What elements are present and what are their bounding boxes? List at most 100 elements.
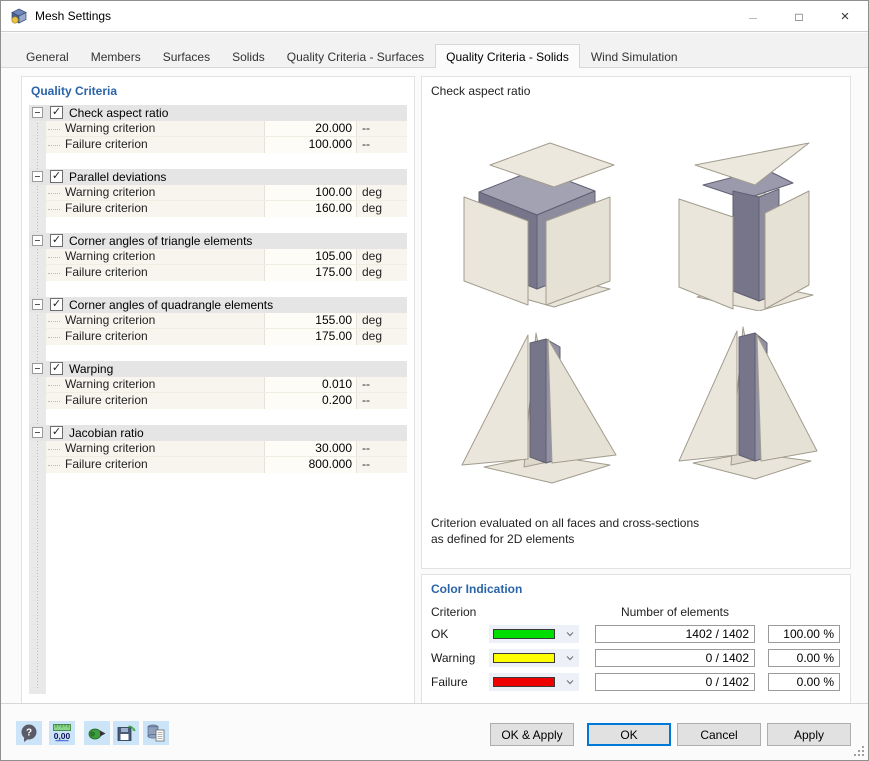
caption-line-2: as defined for 2D elements [431,532,575,546]
criterion-group-label: Corner angles of triangle elements [69,234,253,248]
criterion-group-header[interactable]: ✓ Check aspect ratio [29,105,407,121]
close-icon[interactable]: × [822,1,868,32]
solid-wedge-illustration [678,142,813,311]
minimize-icon[interactable]: – [730,1,776,32]
row-label: Failure criterion [46,393,264,409]
failure-value-field[interactable]: 800.000 [264,457,357,473]
criterion-checkbox[interactable]: ✓ [50,298,63,311]
failure-value-field[interactable]: 175.00 [264,265,357,281]
help-button[interactable]: ? [16,721,42,745]
color-row-failure: Failure 0 / 1402 0.00 % [422,673,850,691]
window-title: Mesh Settings [35,9,112,23]
solid-pyramid-illustration [461,332,616,484]
criterion-caption: Criterion evaluated on all faces and cro… [431,515,699,547]
criterion-group-label: Corner angles of quadrangle elements [69,298,274,312]
units-decimal-icon: 0,00 [53,724,71,742]
warning-criterion-row: Warning criterion 100.00 deg [46,185,407,201]
warning-color-swatch [493,653,555,663]
criterion-group-header[interactable]: ✓ Jacobian ratio [29,425,407,441]
row-label: Warning criterion [46,249,264,264]
criterion-checkbox[interactable]: ✓ [50,362,63,375]
svg-text:0,00: 0,00 [54,731,71,741]
color-indication-panel: Color Indication Criterion Number of ele… [421,574,851,704]
failure-unit: -- [362,137,370,151]
solid-hexahedron-illustration [463,142,614,308]
failure-unit: deg [362,329,383,343]
ok-apply-button[interactable]: OK & Apply [490,723,574,746]
ok-button[interactable]: OK [587,723,671,746]
save-defaults-button[interactable] [113,721,139,745]
criterion-group-header[interactable]: ✓ Corner angles of quadrangle elements [29,297,407,313]
collapse-icon[interactable] [32,235,43,246]
criterion-checkbox[interactable]: ✓ [50,170,63,183]
warning-count-field: 0 / 1402 [595,649,755,667]
tab-wind-simulation[interactable]: Wind Simulation [580,46,689,68]
warning-label: Warning [431,651,476,665]
failure-criterion-row: Failure criterion 175.00 deg [46,329,407,345]
failure-unit: -- [362,393,370,407]
failure-criterion-row: Failure criterion 175.00 deg [46,265,407,281]
warning-criterion-row: Warning criterion 0.010 -- [46,377,407,393]
tab-quality-criteria-surfaces[interactable]: Quality Criteria - Surfaces [276,46,435,68]
warning-value-field[interactable]: 30.000 [264,441,357,456]
mesh-generator-button[interactable] [84,721,110,745]
resize-grip[interactable] [853,745,865,757]
preview-title: Check aspect ratio [431,84,531,98]
warning-value-field[interactable]: 0.010 [264,377,357,392]
ok-color-dropdown[interactable] [489,625,579,643]
collapse-icon[interactable] [32,363,43,374]
criterion-checkbox[interactable]: ✓ [50,106,63,119]
ok-label: OK [431,627,449,641]
criterion-preview-panel: Check aspect ratio Criterion evaluated o… [421,76,851,569]
criterion-group-label: Check aspect ratio [69,106,169,120]
chevron-down-icon [566,632,574,637]
warning-value-field[interactable]: 105.00 [264,249,357,264]
criterion-checkbox[interactable]: ✓ [50,234,63,247]
collapse-icon[interactable] [32,299,43,310]
row-label: Failure criterion [46,201,264,217]
criterion-group-header[interactable]: ✓ Parallel deviations [29,169,407,185]
failure-value-field[interactable]: 160.00 [264,201,357,217]
warning-color-dropdown[interactable] [489,649,579,667]
tab-surfaces[interactable]: Surfaces [152,46,221,68]
collapse-icon[interactable] [32,171,43,182]
row-label: Warning criterion [46,441,264,456]
transfer-settings-icon [147,724,165,742]
tab-members[interactable]: Members [80,46,152,68]
caption-line-1: Criterion evaluated on all faces and cro… [431,516,700,530]
apply-button[interactable]: Apply [767,723,851,746]
collapse-icon[interactable] [32,427,43,438]
failure-unit: -- [362,457,370,471]
failure-value-field[interactable]: 175.00 [264,329,357,345]
collapse-icon[interactable] [32,107,43,118]
maximize-icon[interactable]: □ [776,1,822,32]
criterion-group-header[interactable]: ✓ Warping [29,361,407,377]
criterion-checkbox[interactable]: ✓ [50,426,63,439]
tab-quality-criteria-solids[interactable]: Quality Criteria - Solids [435,44,580,68]
tab-solids[interactable]: Solids [221,46,276,68]
cancel-button[interactable]: Cancel [677,723,761,746]
warning-value-field[interactable]: 20.000 [264,121,357,136]
tab-general[interactable]: General [15,46,80,68]
failure-label: Failure [431,675,468,689]
row-label: Warning criterion [46,377,264,392]
failure-value-field[interactable]: 100.000 [264,137,357,153]
tab-strip: General Members Surfaces Solids Quality … [1,33,868,68]
transfer-settings-button[interactable] [143,721,169,745]
warning-criterion-row: Warning criterion 155.00 deg [46,313,407,329]
failure-value-field[interactable]: 0.200 [264,393,357,409]
chevron-down-icon [566,680,574,685]
units-decimal-places-button[interactable]: 0,00 [49,721,75,745]
warning-value-field[interactable]: 155.00 [264,313,357,328]
criterion-column-label: Criterion [431,605,477,619]
warning-value-field[interactable]: 100.00 [264,185,357,200]
mesh-generator-icon [88,728,106,740]
criterion-group-parallel-deviations: ✓ Parallel deviations Warning criterion … [29,169,407,217]
failure-color-dropdown[interactable] [489,673,579,691]
mesh-settings-dialog: Mesh Settings – □ × General Members Surf… [0,0,869,761]
warning-unit: deg [362,313,383,327]
titlebar[interactable]: Mesh Settings – □ × [1,1,868,32]
criterion-group-header[interactable]: ✓ Corner angles of triangle elements [29,233,407,249]
failure-color-swatch [493,677,555,687]
color-row-ok: OK 1402 / 1402 100.00 % [422,625,850,643]
